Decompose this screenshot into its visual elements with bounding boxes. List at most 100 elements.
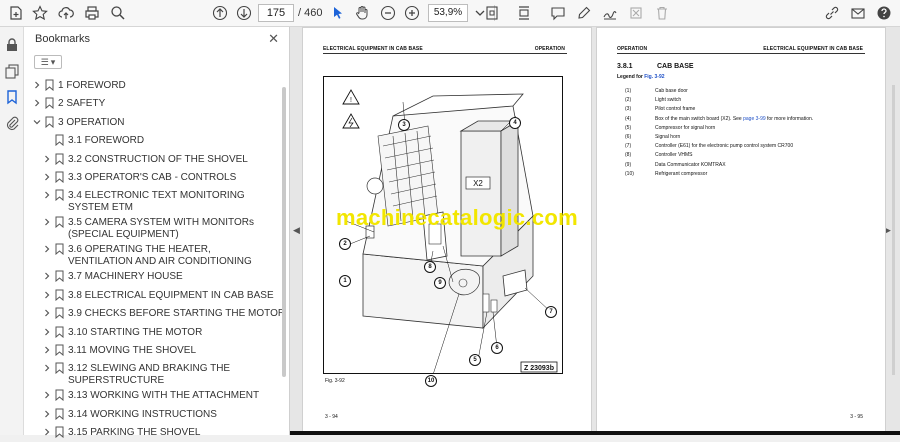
watermark: machinecatalogic.com	[336, 205, 578, 230]
zoom-out-icon[interactable]	[378, 3, 398, 23]
attachments-paperclip-icon[interactable]	[4, 115, 20, 131]
highlight-pen-icon[interactable]	[574, 3, 594, 23]
chevron-right-icon[interactable]	[42, 217, 52, 227]
chevron-right-icon[interactable]	[42, 409, 52, 419]
x2-label: X2	[473, 179, 483, 188]
collapse-left-arrow-icon[interactable]: ◀	[293, 225, 300, 236]
bookmark-item[interactable]: 3.9 CHECKS BEFORE STARTING THE MOTOR	[24, 305, 285, 323]
viewer-scrollbar[interactable]	[892, 85, 895, 375]
chevron-right-icon[interactable]	[42, 154, 52, 164]
bookmark-item[interactable]: 3.4 ELECTRONIC TEXT MONITORING SYSTEM ET…	[24, 187, 282, 215]
comment-icon[interactable]	[548, 3, 568, 23]
left-page: ELECTRICAL EQUIPMENT IN CAB BASE OPERATI…	[302, 27, 592, 435]
header-rule	[323, 53, 567, 54]
bookmark-flag-icon	[55, 362, 64, 375]
bookmarks-scrollbar[interactable]	[282, 87, 286, 377]
chevron-right-icon[interactable]	[42, 390, 52, 400]
bookmark-item[interactable]: 3.7 MACHINERY HOUSE	[24, 268, 282, 286]
bookmark-options-button[interactable]: ☰ ▾	[34, 55, 62, 69]
print-icon[interactable]	[82, 3, 102, 23]
chevron-right-icon[interactable]	[32, 98, 42, 108]
legend-text: Data Communicator KOMTRAX	[655, 161, 726, 168]
bookmark-item[interactable]: 2 SAFETY	[24, 95, 282, 113]
right-page-number: 3 - 95	[850, 414, 863, 420]
bookmark-flag-icon	[55, 243, 64, 256]
trash-icon[interactable]	[652, 3, 672, 23]
legend-text: Signal horn	[655, 134, 681, 140]
right-page-header-section: OPERATION	[617, 46, 648, 52]
legend-text: Refrigerant compressor	[655, 170, 708, 177]
chevron-right-icon[interactable]	[42, 327, 52, 337]
page-number-input[interactable]: 175	[258, 4, 294, 22]
chevron-right-icon[interactable]	[42, 290, 52, 300]
list-options-icon: ☰	[40, 56, 49, 67]
chevron-right-icon[interactable]	[42, 345, 52, 355]
bookmark-item[interactable]: 3.15 PARKING THE SHOVEL	[24, 424, 282, 442]
bookmark-label: 3.2 CONSTRUCTION OF THE SHOVEL	[68, 153, 248, 165]
left-page-header-title: ELECTRICAL EQUIPMENT IN CAB BASE	[323, 46, 423, 52]
bookmark-item[interactable]: 3.8 ELECTRICAL EQUIPMENT IN CAB BASE	[24, 287, 282, 305]
draw-signature-icon[interactable]	[600, 3, 620, 23]
bookmark-item[interactable]: 3.14 WORKING INSTRUCTIONS	[24, 406, 282, 424]
section-number: 3.8.1	[617, 63, 633, 70]
bookmark-item[interactable]: 3.2 CONSTRUCTION OF THE SHOVEL	[24, 151, 282, 169]
page-thumbnails-icon[interactable]	[4, 63, 20, 79]
bookmark-item[interactable]: 3 OPERATION	[24, 114, 282, 132]
fit-page-icon[interactable]	[482, 3, 502, 23]
bookmark-star-icon[interactable]	[30, 3, 50, 23]
page-down-icon[interactable]	[234, 3, 254, 23]
page-up-icon[interactable]	[210, 3, 230, 23]
chevron-right-icon[interactable]	[32, 80, 42, 90]
bookmark-flag-icon	[55, 171, 64, 184]
chevron-right-icon[interactable]	[42, 308, 52, 318]
bookmark-item[interactable]: 3.10 STARTING THE MOTOR	[24, 324, 282, 342]
bookmark-item[interactable]: 3.12 SLEWING AND BRAKING THE SUPERSTRUCT…	[24, 360, 282, 388]
scroll-mode-icon[interactable]	[514, 3, 534, 23]
select-cursor-icon[interactable]	[328, 3, 348, 23]
bookmark-flag-icon	[55, 426, 64, 439]
bookmark-flag-icon	[55, 289, 64, 301]
chevron-right-icon[interactable]	[42, 244, 52, 254]
chevron-right-icon[interactable]	[42, 363, 52, 373]
header-rule	[617, 53, 865, 54]
legend-number: (8)	[625, 152, 632, 159]
document-viewer[interactable]: ◀ ▶ ELECTRICAL EQUIPMENT IN CAB BASE OPE…	[290, 27, 900, 435]
bookmark-flag-icon	[55, 408, 64, 420]
chevron-right-icon[interactable]	[42, 190, 52, 200]
bookmark-item[interactable]: 3.5 CAMERA SYSTEM WITH MONITORs (SPECIAL…	[24, 214, 282, 242]
bookmarks-panel-icon[interactable]	[4, 89, 20, 105]
hand-tool-icon[interactable]	[352, 3, 372, 23]
close-icon[interactable]: ✕	[268, 31, 279, 47]
zoom-level-input[interactable]: 53,9%	[428, 4, 468, 22]
bookmark-item[interactable]: 1 FOREWORD	[24, 77, 282, 95]
erase-icon[interactable]	[626, 3, 646, 23]
zoom-search-icon[interactable]	[108, 3, 128, 23]
lock-icon[interactable]	[4, 37, 20, 53]
new-document-icon[interactable]	[6, 3, 26, 23]
bookmark-item[interactable]: 3.6 OPERATING THE HEATER, VENTILATION AN…	[24, 241, 282, 269]
share-link-icon[interactable]	[822, 3, 842, 23]
bookmark-flag-icon	[45, 97, 54, 110]
bookmark-item[interactable]: 3.1 FOREWORD	[24, 132, 282, 150]
legend-text: Box of the main switch board (X2). See p…	[655, 115, 814, 122]
email-icon[interactable]	[848, 3, 868, 23]
bookmark-item[interactable]: 3.11 MOVING THE SHOVEL	[24, 342, 282, 360]
chevron-right-icon[interactable]	[42, 271, 52, 281]
chevron-right-icon[interactable]	[42, 172, 52, 182]
legend-text: Compressor for signal horn	[655, 124, 716, 131]
svg-text:!: !	[350, 97, 352, 104]
legend-text: Controller (E61) for the electronic pump…	[655, 143, 794, 150]
zoom-in-icon[interactable]	[402, 3, 422, 23]
help-icon[interactable]	[874, 3, 894, 23]
bookmark-label: 3.5 CAMERA SYSTEM WITH MONITORs (SPECIAL…	[68, 217, 254, 241]
figure-link[interactable]: Fig. 3-92	[644, 74, 664, 80]
page-link[interactable]: page 3-99	[743, 116, 766, 122]
bookmark-label: 3.13 WORKING WITH THE ATTACHMENT	[68, 390, 260, 402]
toolbar: 175 / 460 53,9%	[0, 0, 900, 27]
upload-cloud-icon[interactable]	[56, 3, 76, 23]
chevron-right-icon[interactable]	[42, 427, 52, 437]
bookmark-item[interactable]: 3.13 WORKING WITH THE ATTACHMENT	[24, 387, 282, 405]
legend-number: (10)	[625, 170, 634, 177]
bookmark-item[interactable]: 3.3 OPERATOR'S CAB - CONTROLS	[24, 169, 282, 187]
chevron-down-icon[interactable]	[32, 117, 42, 127]
